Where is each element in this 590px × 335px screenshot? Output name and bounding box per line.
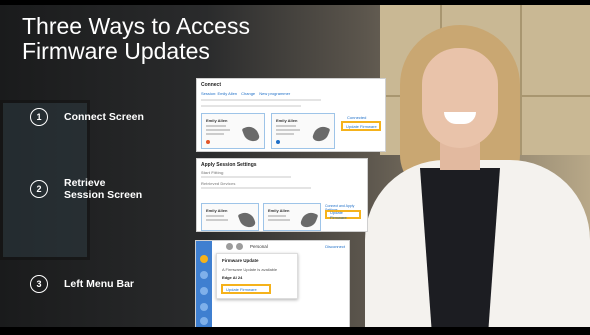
update-firmware-button[interactable]: Update Firmware	[341, 121, 381, 131]
step-left-menu-bar: 3 Left Menu Bar	[30, 275, 134, 293]
popup-subtitle: A Firmware Update is available	[222, 267, 278, 272]
patient-card-left[interactable]: Emily Allen	[201, 113, 265, 149]
presenter-face	[422, 48, 498, 148]
device-name: Edge AI 24	[222, 275, 243, 280]
menu-icon[interactable]	[200, 317, 208, 325]
step-label: Connect Screen	[64, 111, 144, 123]
retrieve-patient-right[interactable]: Emily Allen	[263, 203, 321, 231]
step-number: 3	[30, 275, 48, 293]
update-firmware-button[interactable]: Update Firmware	[325, 210, 361, 220]
gear-icon[interactable]	[200, 303, 208, 311]
update-firmware-button[interactable]: Update Firmware	[221, 284, 271, 294]
connect-screen-screenshot: Connect Session: Emily Allen Change New …	[196, 78, 386, 152]
retrieved-devices-label: Retrieved Devices	[201, 181, 236, 186]
bottom-bar	[0, 327, 590, 335]
connected-status: Connected	[347, 115, 367, 120]
step-connect-screen: 1 Connect Screen	[30, 108, 144, 126]
connect-heading: Connect	[201, 82, 221, 88]
slide-title: Three Ways to Access Firmware Updates	[22, 13, 250, 64]
presenter-shirt	[420, 168, 500, 335]
firmware-alert-icon[interactable]	[200, 255, 208, 263]
menu-icon[interactable]	[200, 287, 208, 295]
hearing-aid-icon	[241, 124, 261, 144]
step-label: Retrieve Session Screen	[64, 177, 143, 201]
retrieve-patient-left[interactable]: Emily Allen	[201, 203, 259, 231]
step-label: Left Menu Bar	[64, 278, 135, 290]
session-line: Session: Emily Allen Change New programm…	[201, 91, 291, 96]
step-number: 1	[30, 108, 48, 126]
hearing-aid-icon	[237, 210, 257, 230]
retrieve-heading: Apply Session Settings	[201, 162, 257, 168]
hearing-aid-icon	[299, 210, 319, 230]
retrieve-session-screenshot: Apply Session Settings Start Fitting Ret…	[196, 158, 368, 232]
left-status-dot	[206, 140, 210, 144]
left-menu-bar-screenshot: Personal Disconnect Firmware Update A Fi…	[195, 240, 350, 328]
disconnect-link[interactable]: Disconnect	[325, 244, 345, 249]
step-number: 2	[30, 180, 48, 198]
hearing-aid-icon	[311, 124, 331, 144]
firmware-update-popup: Firmware Update A Firmware Update is ava…	[216, 253, 298, 299]
change-link[interactable]: Change	[241, 91, 255, 96]
right-device-icon	[236, 243, 243, 250]
start-fitting-label: Start Fitting	[201, 170, 224, 175]
left-device-icon	[226, 243, 233, 250]
menu-icon[interactable]	[200, 271, 208, 279]
step-retrieve-session-screen: 2 Retrieve Session Screen	[30, 177, 142, 201]
patient-card-right[interactable]: Emily Allen	[271, 113, 335, 149]
popup-title: Firmware Update	[222, 258, 259, 263]
slide: Three Ways to Access Firmware Updates 1 …	[0, 0, 590, 335]
left-menu-bar	[196, 241, 212, 327]
program-label[interactable]: Personal	[250, 244, 268, 249]
new-programmer-link[interactable]: New programmer	[259, 91, 290, 96]
right-status-dot	[276, 140, 280, 144]
